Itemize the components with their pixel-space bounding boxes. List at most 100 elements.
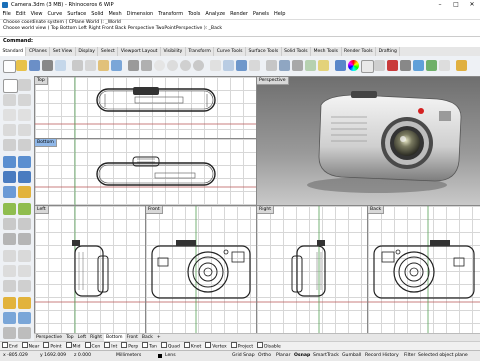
viewport-label-left[interactable]: Left [35,206,49,214]
tab-drafting[interactable]: Drafting [376,47,401,56]
sphere-icon[interactable] [18,171,31,183]
menu-help[interactable]: Help [272,10,288,19]
surface-icon[interactable] [3,156,16,168]
join-icon[interactable] [3,233,16,245]
viewport-label-perspective[interactable]: Perspective [257,77,289,85]
trim-icon[interactable] [3,218,16,230]
viewport-top[interactable]: Top [34,76,257,139]
environment-icon[interactable] [413,60,424,71]
checkbox-icon[interactable] [21,342,28,348]
explode-icon[interactable] [18,233,31,245]
layer-icon[interactable] [335,60,346,71]
boolean-icon[interactable] [18,186,31,198]
tab-select[interactable]: Select [98,47,119,56]
render-icon[interactable] [387,60,398,71]
menu-panels[interactable]: Panels [250,10,271,19]
analyze-icon[interactable] [3,312,16,324]
viewport-bottom[interactable]: Bottom [34,138,257,206]
polyline-icon[interactable] [3,94,16,106]
viewport-perspective[interactable]: Perspective [256,76,480,206]
mesh-icon[interactable] [3,186,16,198]
menu-transform[interactable]: Transform [156,10,186,19]
viewport-label-back[interactable]: Back [368,206,385,214]
checkbox-icon[interactable] [257,342,264,348]
scale-icon[interactable] [18,265,31,277]
arc-icon[interactable] [3,124,16,136]
tab-mesh-tools[interactable]: Mesh Tools [311,47,342,56]
print-icon[interactable] [42,60,53,71]
dimension-icon[interactable] [3,297,16,309]
set-view-icon[interactable] [249,60,260,71]
ghosted-icon[interactable] [456,60,467,71]
menu-dimension[interactable]: Dimension [124,10,156,19]
mirror-icon[interactable] [3,280,16,292]
checkbox-icon[interactable] [2,342,8,348]
materials-icon[interactable] [361,60,374,73]
zoom-icon[interactable] [154,60,165,71]
tab-render-tools[interactable]: Render Tools [342,47,377,56]
wireframe-icon[interactable] [266,60,277,71]
properties-icon[interactable] [55,60,66,71]
select-all-icon[interactable] [292,60,303,71]
checkbox-icon[interactable] [205,342,212,348]
menu-file[interactable]: File [0,10,13,19]
pan-icon[interactable] [128,60,139,71]
viewport-right[interactable]: Right [256,205,368,335]
new-file-icon[interactable] [3,60,16,73]
tab-visibility[interactable]: Visibility [161,47,186,56]
maximize-button[interactable]: □ [448,0,464,10]
checkbox-icon[interactable] [160,342,167,348]
point-icon[interactable] [18,79,31,91]
checkbox-icon[interactable] [65,342,72,348]
text-icon[interactable] [18,297,31,309]
cplane-icon[interactable] [236,60,247,71]
viewport-label-front[interactable]: Front [146,206,163,214]
extrude-icon[interactable] [18,156,31,168]
save-icon[interactable] [29,60,40,71]
line-icon[interactable] [3,109,16,121]
grip-icon[interactable] [3,327,16,339]
lights-icon[interactable] [374,60,385,71]
four-views-icon[interactable] [223,60,234,71]
cut-icon[interactable] [72,60,83,71]
ellipse-icon[interactable] [18,124,31,136]
menu-surface[interactable]: Surface [65,10,89,19]
polygon-icon[interactable] [18,139,31,151]
distance-icon[interactable] [18,312,31,324]
menu-mesh[interactable]: Mesh [106,10,124,19]
zoom-window-icon[interactable] [167,60,178,71]
viewport-label-top[interactable]: Top [35,77,48,85]
copy-icon[interactable] [85,60,96,71]
select-arrow-icon[interactable] [3,79,18,93]
tab-surface-tools[interactable]: Surface Tools [246,47,282,56]
viewport-left[interactable]: Left [34,205,146,335]
zoom-extents-icon[interactable] [180,60,191,71]
curve-icon[interactable] [18,94,31,106]
viewport-label-right[interactable]: Right [257,206,275,214]
shaded-icon[interactable] [279,60,290,71]
viewport-front[interactable]: Front [145,205,257,335]
paste-icon[interactable] [98,60,109,71]
help-icon[interactable] [439,60,450,71]
checkbox-icon[interactable] [104,342,111,348]
menu-view[interactable]: View [28,10,45,19]
box-icon[interactable] [3,171,16,183]
menu-render[interactable]: Render [228,10,251,19]
checkbox-icon[interactable] [142,342,149,348]
hide-icon[interactable] [305,60,316,71]
viewport-back[interactable]: Back [367,205,480,335]
checkbox-icon[interactable] [183,342,190,348]
color-wheel-icon[interactable] [348,60,359,71]
tab-viewport-layout[interactable]: Viewport Layout [118,47,161,56]
menu-analyze[interactable]: Analyze [203,10,228,19]
tab-transform[interactable]: Transform [186,47,215,56]
viewport-label-bottom[interactable]: Bottom [35,139,57,147]
copy-object-icon[interactable] [18,250,31,262]
checkbox-icon[interactable] [121,342,128,348]
lock-icon[interactable] [318,60,329,71]
menu-curve[interactable]: Curve [45,10,65,19]
checkbox-icon[interactable] [230,342,237,348]
split-icon[interactable] [18,218,31,230]
tab-curve-tools[interactable]: Curve Tools [214,47,246,56]
rotate-view-icon[interactable] [141,60,152,71]
